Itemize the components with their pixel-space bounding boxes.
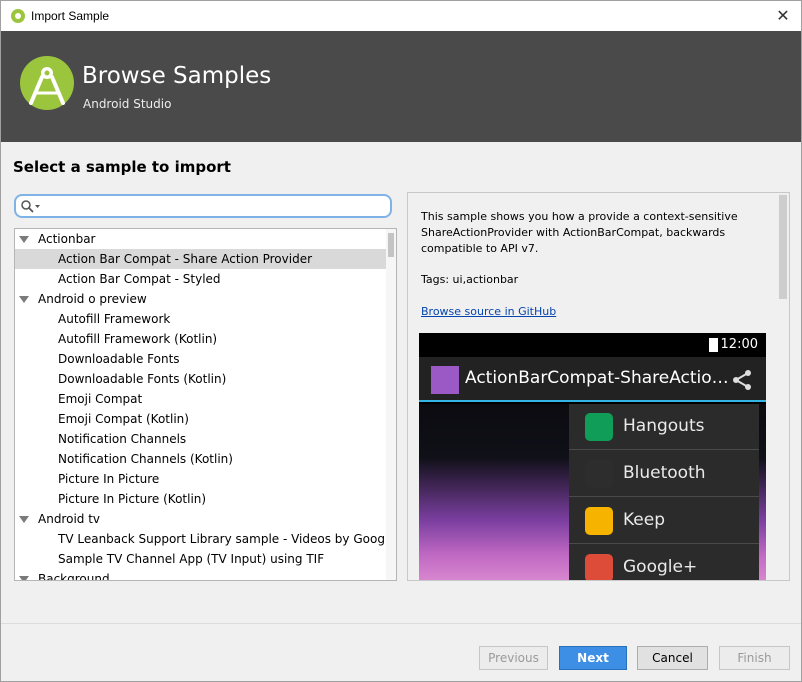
tree-item[interactable]: Downloadable Fonts (Kotlin) [15,369,396,389]
tree-row-label: Downloadable Fonts [58,352,180,366]
previous-button[interactable]: Previous [479,646,548,670]
footer-divider [1,623,801,624]
share-menu: Hangouts Bluetooth Keep Google+ [569,404,759,580]
tree-category[interactable]: Android tv [15,509,396,529]
tree-row-label: Action Bar Compat - Share Action Provide… [58,252,313,266]
header-banner: Browse Samples Android Studio [0,31,802,142]
tree-row-label: Emoji Compat (Kotlin) [58,412,189,426]
tree-item[interactable]: Action Bar Compat - Share Action Provide… [15,249,396,269]
sample-preview-screenshot: 12:00 ActionBarCompat-ShareActio… Hangou… [419,333,766,580]
expand-triangle-icon[interactable] [19,296,29,303]
expand-triangle-icon[interactable] [19,236,29,243]
tree-item[interactable]: Downloadable Fonts [15,349,396,369]
close-icon[interactable]: ✕ [771,5,795,27]
details-scrollbar[interactable] [777,193,789,580]
dialog-body: Select a sample to import Background Samp… [0,142,802,682]
tree-item[interactable]: Notification Channels (Kotlin) [15,449,396,469]
android-studio-logo-icon [20,56,74,110]
search-icon [21,200,40,213]
tree-category[interactable]: Android o preview [15,289,396,309]
tree-row-label: Emoji Compat [58,392,143,406]
tree-row-label: Action Bar Compat - Styled [58,272,221,286]
github-link[interactable]: Browse source in GitHub [421,305,556,318]
phone-clock: 12:00 [720,337,758,352]
sample-description: This sample shows you how a provide a co… [421,210,738,255]
share-menu-label: Bluetooth [623,463,706,483]
expand-triangle-icon[interactable] [19,576,29,580]
tree-item[interactable]: Picture In Picture (Kotlin) [15,489,396,509]
share-menu-item: Keep [569,498,759,544]
battery-icon [709,338,718,352]
banner-subtitle: Android Studio [83,97,172,111]
keep-icon [585,507,613,535]
tree-row-label: Background [38,572,110,581]
app-icon [431,366,459,394]
tree-row-label: Notification Channels (Kotlin) [58,452,233,466]
share-icon [733,370,751,390]
next-button[interactable]: Next [559,646,627,670]
tree-row-label: Sample TV Channel App (TV Input) using T… [58,552,325,566]
expand-triangle-icon[interactable] [19,516,29,523]
tree-item[interactable]: Notification Channels [15,429,396,449]
tree-row-label: Android tv [38,512,101,526]
tree-scrollbar[interactable] [386,229,396,580]
tree-row-label: Android o preview [38,292,147,306]
hangouts-icon [585,413,613,441]
share-menu-item: Bluetooth [569,451,759,497]
share-menu-item: Hangouts [569,404,759,450]
google-plus-icon [585,554,613,580]
tree-item[interactable]: Autofill Framework (Kotlin) [15,329,396,349]
window-title: Import Sample [31,9,110,23]
search-input[interactable] [14,194,392,218]
tree-category[interactable]: Actionbar [15,229,396,249]
tree-row-label: Autofill Framework (Kotlin) [58,332,218,346]
page-title: Select a sample to import [13,158,231,176]
tree-row-label: Downloadable Fonts (Kotlin) [58,372,227,386]
tree-row-label: Picture In Picture [58,472,160,486]
tree-row-label: Picture In Picture (Kotlin) [58,492,207,506]
tree-row-label: Notification Channels [58,432,187,446]
tree-item[interactable]: Sample TV Channel App (TV Input) using T… [15,549,396,569]
share-menu-item: Google+ [569,545,759,580]
tree-item[interactable]: Emoji Compat [15,389,396,409]
tree-scrollbar-thumb[interactable] [388,233,394,257]
finish-button[interactable]: Finish [719,646,790,670]
tree-item[interactable]: Picture In Picture [15,469,396,489]
sample-tags: Tags: ui,actionbar [421,273,519,286]
share-menu-label: Hangouts [623,416,705,436]
banner-title: Browse Samples [82,63,272,89]
tree-item[interactable]: Action Bar Compat - Styled [15,269,396,289]
share-menu-label: Keep [623,510,666,530]
details-scrollbar-thumb[interactable] [779,195,787,299]
share-menu-label: Google+ [623,557,698,577]
tree-item[interactable]: TV Leanback Support Library sample - Vid… [15,529,396,549]
phone-app-title: ActionBarCompat-ShareActio… [465,368,729,388]
tree-row-label: Autofill Framework [58,312,171,326]
phone-action-bar: ActionBarCompat-ShareActio… [419,357,766,402]
bluetooth-icon [585,460,613,488]
sample-tree[interactable]: Background Sample TV Channel App (TV Inpu… [14,228,397,581]
window-titlebar: Import Sample ✕ [0,0,802,31]
android-studio-icon [11,9,25,23]
tree-item[interactable]: Emoji Compat (Kotlin) [15,409,396,429]
cancel-button[interactable]: Cancel [637,646,708,670]
tree-row-label: Actionbar [38,232,96,246]
sample-details-panel: This sample shows you how a provide a co… [407,192,790,581]
tree-category[interactable]: Background [15,569,396,581]
phone-status-bar: 12:00 [419,333,766,357]
tree-item[interactable]: Autofill Framework [15,309,396,329]
tree-row-label: TV Leanback Support Library sample - Vid… [58,532,396,546]
